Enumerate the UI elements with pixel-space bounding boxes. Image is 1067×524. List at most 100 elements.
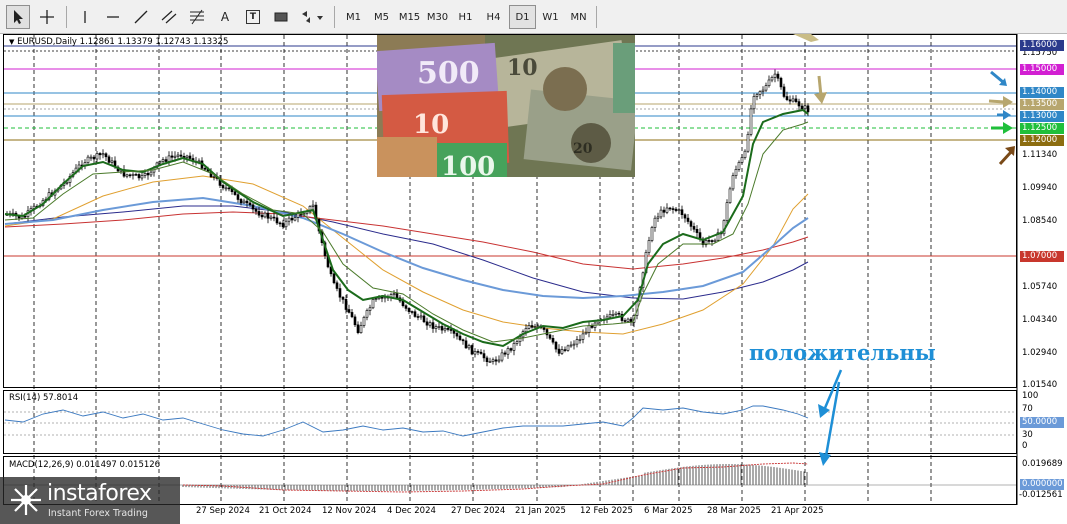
macd-bar	[299, 485, 301, 491]
timeframe-m5-button[interactable]: M5	[368, 5, 395, 29]
date-tick: 21 Jan 2025	[515, 506, 566, 516]
macd-bar	[284, 485, 286, 490]
timeframe-h1-button[interactable]: H1	[452, 5, 479, 29]
timeframe-mn-button[interactable]: MN	[565, 5, 592, 29]
candle-body	[410, 311, 414, 313]
candle-body	[728, 188, 732, 203]
timeframe-m30-button[interactable]: M30	[424, 5, 451, 29]
price-label-112000: 1.12000	[1020, 135, 1064, 146]
candle-body	[428, 322, 432, 326]
candle-body	[800, 105, 804, 110]
candle-body	[104, 153, 108, 158]
macd-bar	[446, 485, 448, 491]
timeframe-m15-button[interactable]: M15	[396, 5, 423, 29]
annotation-text: положительны	[749, 340, 936, 365]
price-axis-tick: 1.01540	[1022, 380, 1058, 390]
macd-bar	[770, 466, 772, 485]
candle-body	[743, 150, 747, 158]
crosshair-icon	[40, 10, 54, 24]
candle-body	[278, 222, 282, 225]
candle-body	[263, 212, 267, 218]
candle-body	[449, 329, 453, 331]
macd-bar	[395, 485, 397, 491]
macd-bar	[500, 485, 502, 489]
candle-body	[689, 221, 693, 227]
text-tool-button[interactable]: A	[214, 5, 236, 29]
macd-bar	[677, 467, 679, 485]
candle-body	[761, 89, 765, 92]
main-panel-title: ▼ EURUSD,Daily 1.12861 1.13379 1.12743 1…	[9, 37, 228, 47]
macd-bar	[671, 468, 673, 486]
timeframe-h4-button[interactable]: H4	[480, 5, 507, 29]
date-tick: 28 Mar 2025	[707, 506, 761, 516]
macd-bar	[353, 485, 355, 491]
horizontal-line-tool-button[interactable]	[102, 5, 124, 29]
candle-body	[245, 200, 249, 204]
macd-bar	[800, 471, 802, 486]
timeframe-m1-button[interactable]: M1	[340, 5, 367, 29]
macd-bar	[521, 485, 523, 489]
macd-bar	[692, 465, 694, 486]
candle-body	[173, 155, 177, 158]
candle-body	[566, 345, 570, 351]
candle-body	[662, 209, 666, 213]
candle-body	[707, 240, 711, 242]
candle-body	[224, 187, 228, 190]
shapes-tool-button[interactable]	[270, 5, 292, 29]
macd-bar	[410, 485, 412, 491]
rsi-panel[interactable]	[3, 390, 1017, 454]
svg-text:10: 10	[413, 110, 449, 140]
macd-bar	[449, 485, 451, 491]
price-axis-tick: 1.02940	[1022, 348, 1058, 358]
candle-body	[776, 73, 780, 79]
equidistant-channel-tool-button[interactable]	[158, 5, 180, 29]
candle-body	[446, 327, 450, 330]
price-axis-tick: 1.11340	[1022, 150, 1058, 160]
candle-body	[86, 156, 90, 163]
arrow-cursor-icon	[14, 10, 23, 24]
macd-bar	[386, 485, 388, 491]
candle-body	[458, 335, 462, 340]
macd-bar	[752, 464, 754, 486]
macd-bar	[695, 465, 697, 486]
arrows-tool-button[interactable]	[298, 5, 328, 29]
price-axis-tick: 1.05740	[1022, 282, 1058, 292]
candle-body	[374, 298, 378, 301]
candle-body	[785, 96, 789, 101]
fibonacci-tool-button[interactable]	[186, 5, 208, 29]
timeframe-w1-button[interactable]: W1	[537, 5, 564, 29]
macd-bar	[488, 485, 490, 490]
candle-body	[524, 328, 528, 332]
candle-body	[671, 208, 675, 210]
timeframe-d1-button[interactable]: D1	[509, 5, 536, 29]
vertical-line-icon	[84, 11, 86, 23]
blue-arrow-right-icon	[997, 110, 1011, 120]
candle-body	[581, 333, 585, 340]
macd-panel-title: MACD(12,26,9) 0.011497 0.015126	[9, 460, 161, 470]
candle-body	[611, 313, 615, 316]
vertical-line-tool-button[interactable]	[74, 5, 96, 29]
candle-body	[782, 86, 786, 97]
candle-body	[425, 321, 429, 326]
macd-bar	[512, 485, 514, 489]
macd-bar	[335, 485, 337, 491]
text-label-tool-button[interactable]: T	[242, 5, 264, 29]
chart-window[interactable]: ▼ EURUSD,Daily 1.12861 1.13379 1.12743 1…	[3, 34, 1064, 521]
candle-body	[617, 312, 621, 315]
candle-body	[185, 155, 189, 158]
candle-body	[404, 305, 408, 309]
trendline-tool-button[interactable]	[130, 5, 152, 29]
macd-bar	[290, 485, 292, 491]
macd-bar	[317, 485, 319, 491]
panel-collapse-icon[interactable]: ▼	[9, 38, 14, 46]
macd-bar	[419, 485, 421, 491]
date-tick: 27 Dec 2024	[451, 506, 506, 516]
crosshair-tool-button[interactable]	[35, 5, 59, 29]
macd-bar	[635, 476, 637, 485]
candle-body	[668, 207, 672, 210]
svg-text:100: 100	[441, 152, 495, 177]
cursor-tool-button[interactable]	[6, 5, 30, 29]
macd-bar	[350, 485, 352, 491]
macd-bar	[437, 485, 439, 491]
macd-bar	[362, 485, 364, 491]
